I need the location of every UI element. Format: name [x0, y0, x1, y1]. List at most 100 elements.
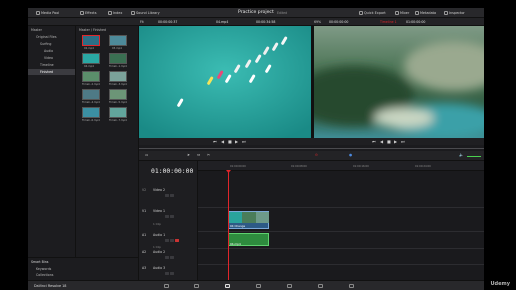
playhead-handle-icon[interactable]: [226, 170, 231, 173]
media-pool-path: Master / Finished: [79, 28, 107, 32]
program-duration: 00:00:00:00: [329, 20, 349, 24]
track-a1-lock-icon[interactable]: [165, 239, 169, 243]
smart-bin-keywords[interactable]: Keywords: [36, 267, 51, 271]
quick-export-tab[interactable]: Quick Export: [359, 10, 386, 16]
clip-thumb-5[interactable]: [82, 71, 100, 82]
prog-next-icon[interactable]: ⏭: [401, 139, 405, 144]
track-v1-lock-icon[interactable]: [165, 215, 169, 219]
effects-label: Effects: [85, 11, 97, 15]
effects-icon: [80, 11, 84, 15]
fairlight-page-icon[interactable]: [318, 284, 323, 288]
blade-tool-icon[interactable]: ✂: [207, 153, 210, 157]
track-v1-name: Video 1: [153, 209, 165, 213]
volume-icon[interactable]: 🔈: [459, 153, 463, 157]
metadata-icon: [415, 11, 419, 15]
clip-thumb-10[interactable]: [109, 107, 127, 118]
flag-icon[interactable]: ●: [349, 153, 352, 157]
mixer-tab[interactable]: Mixer: [395, 10, 409, 16]
program-zoom[interactable]: 69%: [314, 20, 321, 24]
smart-bins-panel: Smart Bins Keywords Collections: [28, 257, 139, 280]
clip-name-4: Timeli..1.mp4: [109, 65, 127, 68]
snap-icon[interactable]: ⊙: [315, 153, 318, 157]
bin-audio[interactable]: Audio: [44, 49, 53, 53]
clip-thumb-1[interactable]: [82, 35, 100, 46]
clip-thumb-3[interactable]: [82, 53, 100, 64]
track-headers: 01:00:00:00 V2 Video 2 V1 Video 1 1 Clip…: [139, 161, 198, 280]
prog-prev-icon[interactable]: ⏮: [372, 139, 376, 144]
prog-stop-icon[interactable]: ■: [387, 139, 391, 144]
bin-finished[interactable]: Finished: [28, 69, 75, 75]
index-tab[interactable]: Index: [108, 10, 122, 16]
prev-frame-icon[interactable]: ⏮: [213, 139, 217, 144]
clip-thumb-9[interactable]: [82, 107, 100, 118]
stop-icon[interactable]: ■: [228, 139, 232, 144]
track-a1-mute-icon[interactable]: [175, 239, 179, 243]
track-a1-name: Audio 1: [153, 233, 166, 237]
track-v2-eye-icon[interactable]: [170, 194, 174, 198]
cut-page-icon[interactable]: [194, 284, 199, 288]
source-zoom[interactable]: Fit: [140, 20, 144, 24]
clip-thumb-7[interactable]: [82, 89, 100, 100]
smart-bin-collections[interactable]: Collections: [36, 273, 53, 277]
edit-page-icon[interactable]: [225, 284, 230, 288]
program-frame: [294, 26, 484, 139]
track-a2-solo-icon[interactable]: [170, 256, 174, 260]
bin-original-files[interactable]: Original Files: [36, 35, 56, 39]
fusion-page-icon[interactable]: [256, 284, 261, 288]
clip-name-8: Timeli..5.mp4: [109, 101, 127, 104]
media-pool-label: Media Pool: [41, 11, 60, 15]
track-v2-lock-icon[interactable]: [165, 194, 169, 198]
volume-slider[interactable]: [467, 155, 481, 157]
track-a3-lock-icon[interactable]: [165, 272, 169, 276]
ruler-tick-1: 01:00:00:00: [230, 165, 246, 168]
layout-icon[interactable]: ▭: [145, 153, 148, 157]
ruler-tick-4: 01:00:24:00: [415, 165, 431, 168]
ruler-tick-3: 01:00:16:00: [353, 165, 369, 168]
viewer-header-bar: Fit 00:00:00:37 04.mp4 00:00:34:58 69% 0…: [28, 18, 484, 26]
sound-library-tab[interactable]: Sound Library: [131, 10, 160, 16]
smart-bins-title: Smart Bins: [31, 260, 49, 264]
prog-play-icon[interactable]: ▶: [394, 139, 397, 144]
audio-clip[interactable]: 04.mp4: [228, 233, 269, 246]
clip-thumb-4[interactable]: [109, 53, 127, 64]
bin-surfing[interactable]: Surfing: [40, 42, 51, 46]
clip-thumb-6[interactable]: [109, 71, 127, 82]
clip-name-7: Timeli..4.mp4: [82, 101, 100, 104]
clip-thumb-8[interactable]: [109, 89, 127, 100]
effects-tab[interactable]: Effects: [80, 10, 97, 16]
media-pool-tab[interactable]: Media Pool: [36, 10, 59, 16]
source-clip-name[interactable]: 04.mp4: [216, 20, 228, 24]
timeline-name-dropdown[interactable]: Timeline 1: [380, 20, 397, 24]
clip-thumb-2[interactable]: [109, 35, 127, 46]
track-a2-lock-icon[interactable]: [165, 256, 169, 260]
clip-name-3: 04.mp4: [84, 65, 94, 68]
bin-video[interactable]: Video: [44, 56, 53, 60]
play-icon[interactable]: ▶: [235, 139, 238, 144]
source-duration: 00:00:00:37: [158, 20, 178, 24]
track-a1-solo-icon[interactable]: [170, 239, 174, 243]
track-v1-eye-icon[interactable]: [170, 215, 174, 219]
bin-master[interactable]: Master: [31, 28, 42, 32]
metadata-tab[interactable]: Metadata: [415, 10, 436, 16]
timeline-area[interactable]: 01:00:00:00 01:00:08:00 01:00:16:00 01:0…: [198, 161, 484, 280]
inspector-tab[interactable]: Inspector: [444, 10, 465, 16]
track-a3-solo-icon[interactable]: [170, 272, 174, 276]
trim-tool-icon[interactable]: ⇔: [197, 153, 200, 157]
project-status: Edited: [277, 11, 288, 16]
select-tool-icon[interactable]: ➤: [187, 153, 190, 157]
source-viewer[interactable]: [139, 26, 311, 138]
program-viewer[interactable]: [294, 26, 484, 139]
color-page-icon[interactable]: [287, 284, 292, 288]
source-timecode: 00:00:34:58: [256, 20, 276, 24]
playhead[interactable]: [228, 171, 229, 280]
media-page-icon[interactable]: [164, 284, 169, 288]
video-clip[interactable]: 04 Change: [228, 211, 269, 229]
metadata-label: Metadata: [420, 11, 437, 15]
deliver-page-icon[interactable]: [349, 284, 354, 288]
next-frame-icon[interactable]: ⏭: [242, 139, 246, 144]
udemy-watermark: Udemy: [490, 281, 511, 287]
prog-play-reverse-icon[interactable]: ◀: [380, 139, 383, 144]
play-reverse-icon[interactable]: ◀: [221, 139, 224, 144]
bin-timeline[interactable]: Timeline: [40, 63, 54, 67]
mixer-icon: [395, 11, 399, 15]
